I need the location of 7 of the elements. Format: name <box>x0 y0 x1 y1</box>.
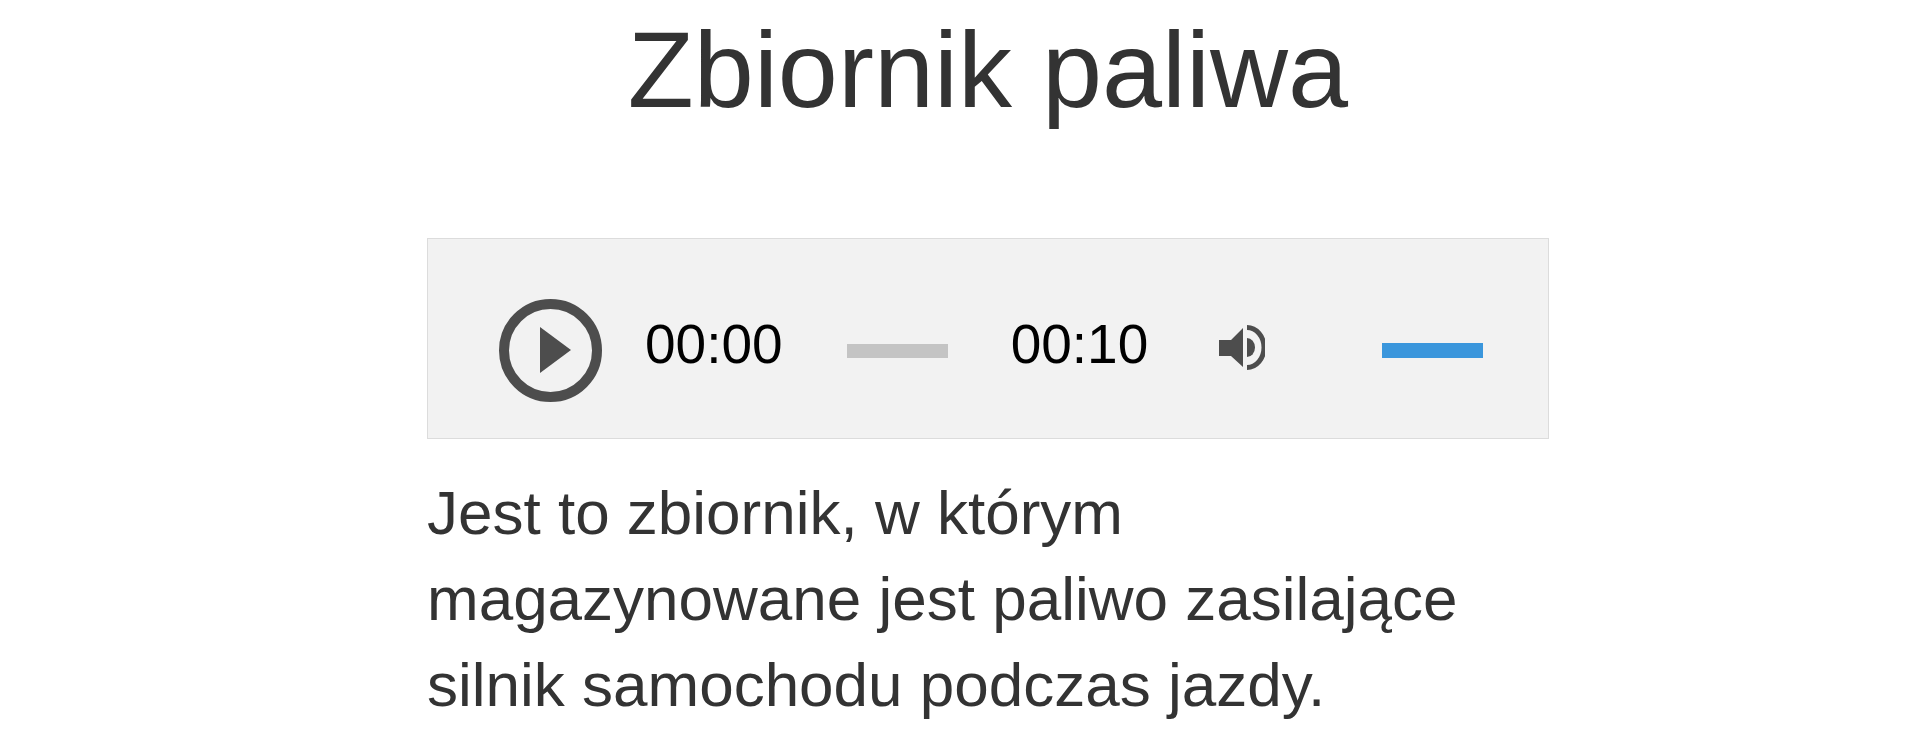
volume-button[interactable] <box>1219 325 1266 370</box>
volume-slider[interactable] <box>1382 343 1484 358</box>
page-title: Zbiornik paliwa <box>627 8 1349 132</box>
description-text: Jest to zbiornik, w którym magazynowane jest paliwo zasilające silnik samochodu podczas jazdy. <box>427 477 1459 721</box>
duration-time: 00:10 <box>1010 317 1149 372</box>
play-button[interactable] <box>499 299 602 402</box>
current-time: 00:00 <box>645 317 783 372</box>
